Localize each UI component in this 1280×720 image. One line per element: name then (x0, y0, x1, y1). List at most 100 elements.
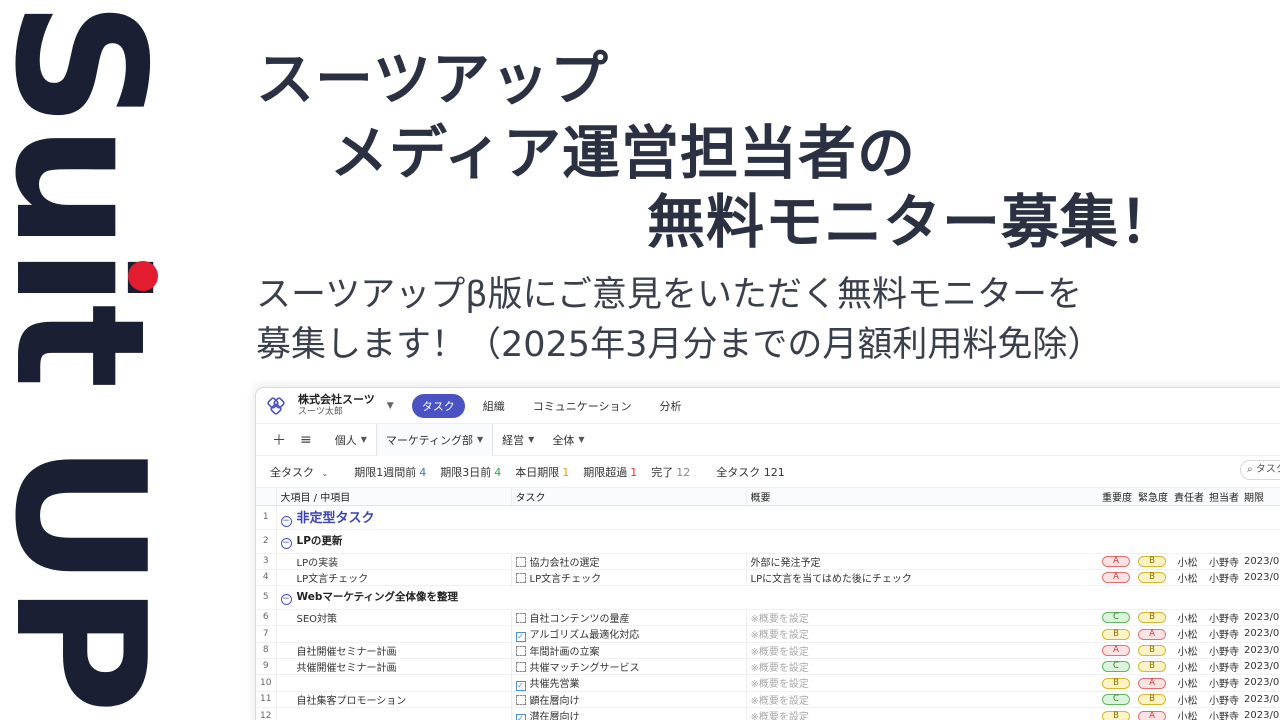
assignee-cell[interactable]: 小野寺 (1205, 569, 1240, 586)
assignee-cell[interactable]: 小野寺 (1205, 609, 1240, 626)
collapse-icon[interactable]: − (280, 594, 292, 605)
menu-icon[interactable]: ≡ (300, 432, 312, 448)
priority-badge[interactable]: A (1102, 572, 1130, 583)
priority-badge[interactable]: A (1102, 645, 1130, 656)
assignee-cell[interactable]: 小野寺 (1205, 707, 1240, 720)
company-switcher[interactable]: 株式会社スーツ スーツ太郎 (298, 393, 375, 418)
due-date-cell[interactable]: 2023/03 (1240, 707, 1280, 720)
nav-tab-analytics[interactable]: 分析 (649, 394, 691, 418)
priority-badge[interactable]: B (1138, 612, 1166, 623)
task-checkbox[interactable] (515, 572, 526, 583)
assignee-cell[interactable]: 小野寺 (1205, 642, 1240, 659)
item-cell[interactable] (275, 625, 511, 643)
owner-cell[interactable]: 小松 (1170, 674, 1205, 692)
summary-cell[interactable]: ※概要を設定 (745, 658, 1098, 675)
table-row[interactable]: 3LPの実装 協力会社の選定 外部に発注予定 AB 小松小野寺2023/03 (256, 553, 1280, 570)
task-checkbox[interactable] (515, 661, 526, 672)
table-row[interactable]: 6SEO対策 自社コンテンツの量産 ※概要を設定 CB 小松小野寺2023/03 (256, 609, 1280, 626)
stat-3days[interactable]: 期限3日前 4 (440, 464, 501, 480)
task-checkbox[interactable] (515, 612, 526, 623)
owner-cell[interactable]: 小松 (1170, 625, 1205, 643)
item-cell[interactable]: 自社集客プロモーション (275, 691, 511, 708)
task-cell[interactable]: 年間計画の立案 (510, 642, 746, 659)
task-cell[interactable]: ✓ 潜在層向け (510, 707, 746, 720)
due-date-cell[interactable]: 2023/03 (1240, 674, 1280, 692)
owner-cell[interactable]: 小松 (1170, 609, 1205, 626)
collapse-icon[interactable]: − (280, 516, 292, 527)
task-checkbox[interactable]: ✓ (515, 680, 526, 690)
priority-badge[interactable]: A (1138, 710, 1166, 720)
task-checkbox[interactable] (515, 645, 526, 656)
item-cell[interactable]: SEO対策 (275, 609, 511, 626)
summary-cell[interactable]: ※概要を設定 (745, 674, 1098, 692)
summary-cell[interactable]: ※概要を設定 (745, 642, 1098, 659)
summary-cell[interactable]: LPに文言を当てはめた後にチェック (745, 569, 1098, 586)
due-date-cell[interactable]: 2023/03 (1240, 569, 1280, 586)
stat-today[interactable]: 本日期限 1 (515, 464, 569, 480)
task-cell[interactable]: LP文言チェック (510, 569, 746, 586)
task-checkbox[interactable]: ✓ (515, 631, 526, 641)
owner-cell[interactable]: 小松 (1170, 707, 1205, 720)
task-cell[interactable]: 協力会社の選定 (510, 553, 746, 570)
priority-badge[interactable]: B (1102, 628, 1130, 640)
priority-badge[interactable]: B (1138, 556, 1166, 567)
task-cell[interactable]: 自社コンテンツの量産 (510, 609, 746, 626)
nav-tab-tasks[interactable]: タスク (411, 393, 465, 418)
priority-badge[interactable]: C (1102, 694, 1130, 705)
task-checkbox[interactable] (515, 556, 526, 567)
item-cell[interactable]: 自社開催セミナー計画 (275, 642, 511, 659)
chevron-down-icon[interactable]: ▼ (387, 401, 394, 411)
priority-badge[interactable]: A (1102, 556, 1130, 567)
table-row[interactable]: 12✓潜在層向け※概要を設定BA小松小野寺2023/03 (256, 707, 1280, 720)
priority-badge[interactable]: B (1138, 572, 1166, 583)
view-tab-all[interactable]: 全体 ▼ (543, 424, 593, 456)
priority-badge[interactable]: B (1102, 677, 1130, 689)
item-cell[interactable]: LP文言チェック (275, 569, 511, 586)
assignee-cell[interactable]: 小野寺 (1205, 658, 1240, 675)
task-checkbox[interactable] (515, 694, 526, 705)
owner-cell[interactable]: 小松 (1170, 569, 1205, 586)
assignee-cell[interactable]: 小野寺 (1205, 691, 1240, 708)
task-cell[interactable]: ✓ アルゴリズム最適化対応 (510, 625, 746, 643)
column-header[interactable]: タスク (510, 488, 746, 506)
nav-tab-communication[interactable]: コミュニケーション (523, 394, 642, 418)
owner-cell[interactable]: 小松 (1170, 642, 1205, 659)
task-checkbox[interactable]: ✓ (515, 713, 526, 720)
column-header[interactable]: 期限 (1240, 488, 1280, 506)
due-date-cell[interactable]: 2023/03 (1240, 553, 1280, 570)
group-row[interactable]: 5− Webマーケティング全体像を整理 (256, 585, 1280, 610)
assignee-cell[interactable]: 小野寺 (1205, 625, 1240, 643)
task-cell[interactable]: ✓ 共催先営業 (510, 674, 746, 692)
item-cell[interactable] (275, 707, 511, 720)
group-row[interactable]: 2− LPの更新 (256, 529, 1280, 554)
summary-cell[interactable]: ※概要を設定 (745, 707, 1098, 720)
table-row[interactable]: 10✓共催先営業※概要を設定BA小松小野寺2023/03 (256, 674, 1280, 692)
add-icon[interactable]: ＋ (272, 430, 286, 450)
priority-badge[interactable]: B (1102, 710, 1130, 720)
nav-tab-organization[interactable]: 組織 (473, 394, 515, 418)
stat-week[interactable]: 期限1週間前 4 (354, 464, 426, 480)
item-cell[interactable]: 共催開催セミナー計画 (275, 658, 511, 675)
summary-cell[interactable]: ※概要を設定 (745, 609, 1098, 626)
task-filter-dropdown[interactable]: 全タスク ⌄ (270, 464, 328, 480)
task-cell[interactable]: 共催マッチングサービス (510, 658, 746, 675)
assignee-cell[interactable]: 小野寺 (1205, 674, 1240, 692)
stat-done[interactable]: 完了 12 (651, 464, 690, 480)
group-row[interactable]: 1− 非定型タスク (256, 505, 1280, 530)
collapse-icon[interactable]: − (280, 538, 292, 549)
stat-overdue[interactable]: 期限超過 1 (583, 464, 637, 480)
due-date-cell[interactable]: 2023/03 (1240, 691, 1280, 708)
search-input[interactable]: ⌕ タスク (1240, 460, 1280, 480)
column-header[interactable]: 担当者 (1205, 488, 1240, 506)
owner-cell[interactable]: 小松 (1170, 658, 1205, 675)
owner-cell[interactable]: 小松 (1170, 553, 1205, 570)
table-row[interactable]: 11自社集客プロモーション 顕在層向け ※概要を設定 CB 小松小野寺2023/03 (256, 691, 1280, 708)
table-row[interactable]: 4 LP文言チェック LP文言チェック LPに文言を当てはめた後にチェック A B 小松 小野… (256, 569, 1280, 586)
priority-badge[interactable]: A (1138, 628, 1166, 640)
column-header[interactable]: 責任者 (1170, 488, 1205, 506)
table-row[interactable]: 9 共催開催セミナー計画 共催マッチングサービス ※概要を設定 C B 小松 小野寺 2023/… (256, 658, 1280, 675)
owner-cell[interactable]: 小松 (1170, 691, 1205, 708)
due-date-cell[interactable]: 2023/03 (1240, 609, 1280, 626)
due-date-cell[interactable]: 2023/03 (1240, 625, 1280, 643)
view-tab-marketing[interactable]: マーケティング部 ▼ (375, 423, 494, 456)
